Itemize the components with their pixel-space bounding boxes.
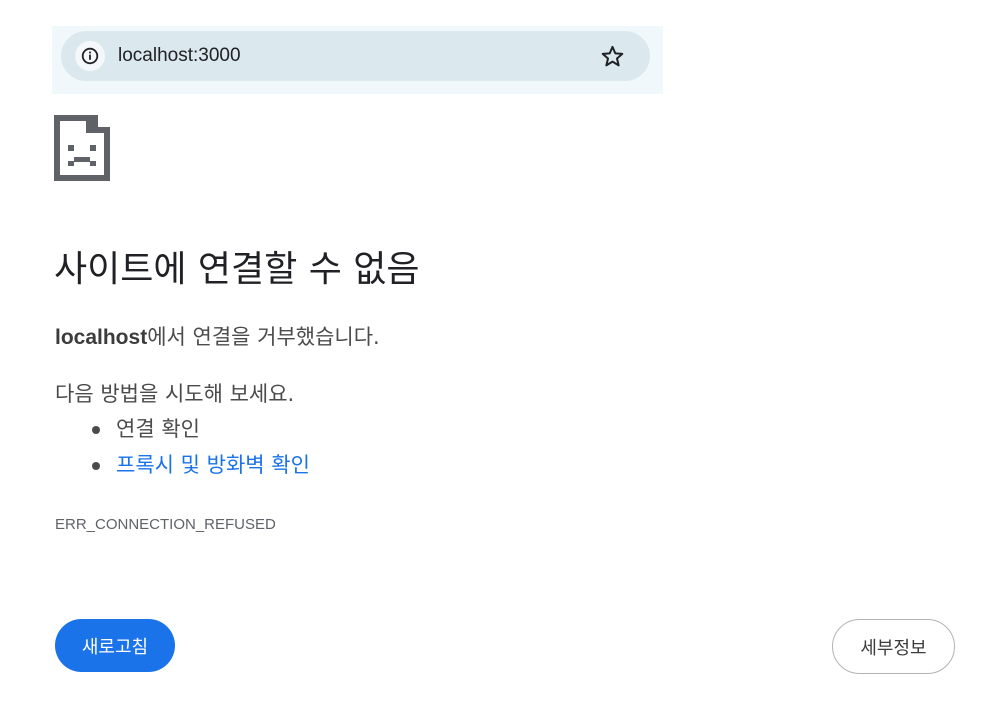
star-outline-icon[interactable]	[600, 44, 625, 69]
suggestion-label: 연결 확인	[116, 417, 200, 441]
error-host: localhost	[55, 326, 148, 349]
reload-button[interactable]: 새로고침	[55, 619, 175, 672]
info-icon[interactable]	[75, 41, 105, 71]
error-message-text: 에서 연결을 거부했습니다.	[147, 325, 380, 349]
details-button[interactable]: 세부정보	[832, 619, 955, 674]
suggestions-intro: 다음 방법을 시도해 보세요.	[55, 382, 295, 406]
sad-page-icon	[54, 115, 110, 181]
bullet-icon	[92, 426, 100, 434]
url-text[interactable]: localhost:3000	[118, 44, 241, 68]
error-message: localhost에서 연결을 거부했습니다.	[55, 322, 380, 353]
address-bar-area: localhost:3000	[52, 26, 663, 94]
suggestions-list: 연결 확인 프록시 및 방화벽 확인	[55, 414, 310, 486]
address-bar[interactable]: localhost:3000	[61, 31, 650, 81]
suggestion-check-proxy-firewall: 프록시 및 방화벽 확인	[55, 450, 310, 486]
proxy-firewall-link[interactable]: 프록시 및 방화벽 확인	[116, 453, 310, 477]
suggestion-check-connection: 연결 확인	[55, 414, 310, 450]
error-heading: 사이트에 연결할 수 없음	[54, 249, 420, 290]
bullet-icon	[92, 462, 100, 470]
error-code: ERR_CONNECTION_REFUSED	[55, 516, 276, 533]
